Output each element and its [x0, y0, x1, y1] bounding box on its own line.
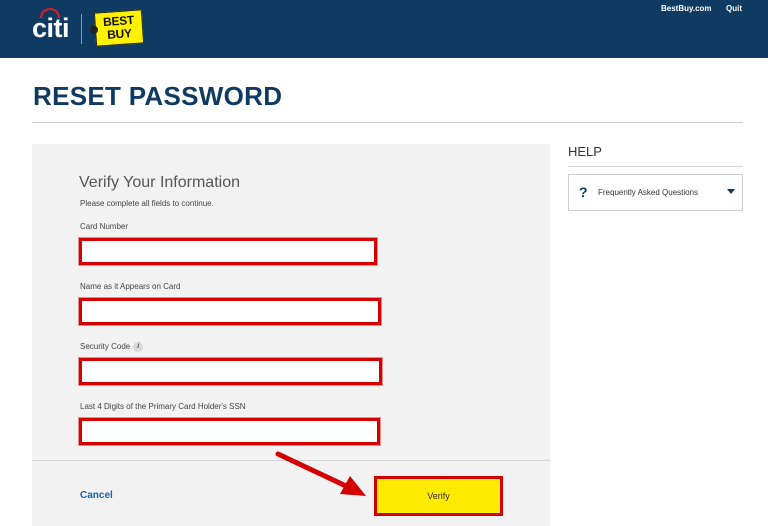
- security-code-label: Security Code: [80, 342, 131, 352]
- security-code-input[interactable]: [79, 358, 382, 385]
- card-number-input[interactable]: [79, 238, 377, 265]
- red-arrow-annotation: [275, 451, 366, 496]
- ssn-last4-label: Last 4 Digits of the Primary Card Holder…: [80, 402, 246, 411]
- form-title: Verify Your Information: [79, 174, 240, 191]
- page-title: RESET PASSWORD: [33, 81, 283, 111]
- ssn-last4-input[interactable]: [79, 418, 380, 445]
- bestbuy-com-link[interactable]: BestBuy.com: [661, 4, 712, 13]
- cancel-link[interactable]: Cancel: [80, 490, 113, 501]
- top-header-bar: citi BEST BUY BestBuy.com Quit: [0, 0, 768, 58]
- verify-button[interactable]: Verify: [374, 476, 503, 516]
- caret-down-icon: [727, 189, 735, 194]
- info-icon[interactable]: i: [133, 342, 144, 352]
- form-instructions: Please complete all fields to continue.: [80, 199, 214, 208]
- citi-logo-arc: [40, 8, 60, 18]
- logo-divider: [81, 14, 82, 44]
- security-code-label-row: Security Code i: [80, 342, 144, 352]
- title-divider: [32, 122, 743, 123]
- quit-link[interactable]: Quit: [726, 4, 742, 13]
- help-title: HELP: [568, 144, 602, 159]
- faq-dropdown[interactable]: ? Frequently Asked Questions: [568, 174, 743, 211]
- question-mark-icon: ?: [579, 184, 588, 200]
- bestbuy-logo[interactable]: BEST BUY: [89, 9, 145, 47]
- arrow-shaft: [275, 451, 349, 489]
- name-on-card-input[interactable]: [79, 298, 381, 325]
- citi-logo[interactable]: citi: [32, 8, 70, 44]
- name-on-card-label: Name as it Appears on Card: [80, 282, 181, 291]
- help-divider: [568, 166, 743, 167]
- faq-label: Frequently Asked Questions: [598, 188, 699, 197]
- card-number-label: Card Number: [80, 222, 129, 231]
